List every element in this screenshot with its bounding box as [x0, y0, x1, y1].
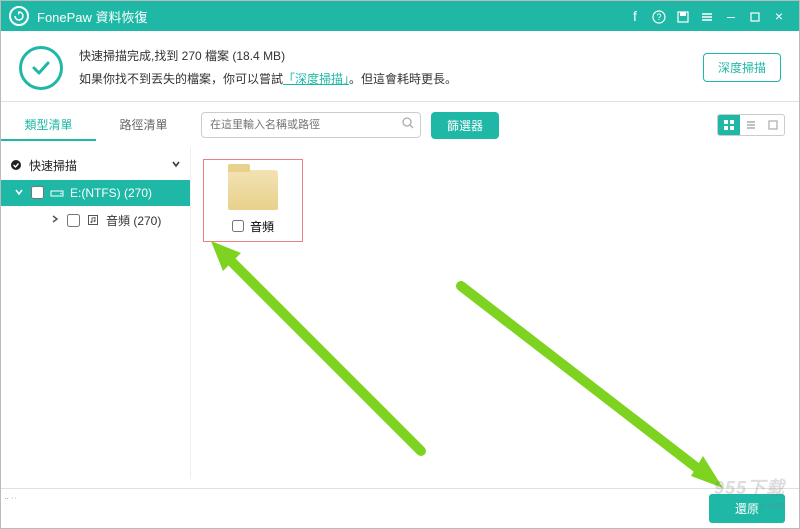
detail-view-icon[interactable]	[762, 115, 784, 135]
filter-button[interactable]: 篩選器	[431, 112, 499, 139]
drive-icon	[50, 186, 64, 200]
folder-icon	[228, 170, 278, 210]
corner-artifact: ¨ ˙˙	[5, 497, 18, 508]
toolbar: 類型清單 路徑清單 篩選器	[1, 102, 799, 147]
success-check-icon	[19, 46, 63, 90]
drive-checkbox[interactable]	[31, 186, 44, 199]
status-text: 快速掃描完成,找到 270 檔案 (18.4 MB) 如果你找不到丟失的檔案，你…	[79, 45, 703, 91]
sidebar: 快速掃描 E:(NTFS) (270) 音頻 (270)	[1, 147, 191, 479]
status-line2-prefix: 如果你找不到丟失的檔案，你可以嘗試	[79, 72, 283, 86]
search-input[interactable]	[201, 112, 421, 138]
tree-child-label: 音頻 (270)	[106, 212, 161, 229]
tree-drive-label: E:(NTFS) (270)	[70, 186, 152, 200]
folder-checkbox[interactable]	[232, 220, 244, 232]
tab-path-list[interactable]: 路徑清單	[96, 110, 191, 141]
search-wrap	[201, 112, 421, 138]
list-view-icon[interactable]	[740, 115, 762, 135]
status-row: 快速掃描完成,找到 270 檔案 (18.4 MB) 如果你找不到丟失的檔案，你…	[1, 31, 799, 101]
menu-icon[interactable]	[695, 8, 719, 24]
status-line1-mid: 檔案 (	[202, 49, 237, 63]
tree-child-audio[interactable]: 音頻 (270)	[1, 206, 190, 235]
save-icon[interactable]	[671, 8, 695, 24]
body: 快速掃描 E:(NTFS) (270) 音頻 (270)	[1, 147, 799, 479]
tree-root-label: 快速掃描	[29, 157, 164, 174]
deep-scan-button[interactable]: 深度掃描	[703, 53, 781, 82]
app-logo-icon	[9, 6, 29, 26]
svg-text:?: ?	[656, 12, 661, 22]
footer: 還原	[1, 488, 799, 528]
minimize-icon[interactable]: –	[719, 8, 743, 24]
tabs: 類型清單 路徑清單	[1, 110, 191, 141]
chevron-down-icon[interactable]	[13, 186, 25, 200]
view-toggle	[717, 114, 785, 136]
folder-label: 音頻	[250, 218, 274, 235]
content-area: 音頻	[191, 147, 799, 479]
chevron-right-icon[interactable]	[49, 213, 61, 227]
chevron-down-icon[interactable]	[170, 158, 182, 172]
status-line1-prefix: 快速掃描完成,找到	[79, 49, 182, 63]
facebook-icon[interactable]: f	[623, 8, 647, 24]
watermark: 955下载 ·com	[714, 474, 785, 510]
folder-card[interactable]: 音頻	[203, 159, 303, 242]
titlebar: FonePaw 資料恢復 f ? – ×	[1, 1, 799, 31]
grid-view-icon[interactable]	[718, 115, 740, 135]
deep-scan-link[interactable]: 「深度掃描」	[283, 72, 349, 86]
maximize-icon[interactable]	[743, 8, 767, 24]
close-icon[interactable]: ×	[767, 8, 791, 24]
app-title: FonePaw 資料恢復	[37, 7, 623, 26]
status-line1-suffix: )	[281, 49, 285, 63]
status-file-count: 270	[182, 49, 202, 63]
tab-type-list[interactable]: 類型清單	[1, 110, 96, 141]
audio-icon	[86, 213, 100, 227]
help-icon[interactable]: ?	[647, 8, 671, 24]
watermark-main: 955下载	[714, 478, 785, 498]
audio-checkbox[interactable]	[67, 214, 80, 227]
status-size: 18.4 MB	[236, 49, 281, 63]
watermark-sub: ·com	[714, 500, 785, 510]
status-line2-suffix: 。但這會耗時更長。	[349, 72, 457, 86]
check-circle-icon	[9, 158, 23, 172]
tree-root-quick-scan[interactable]: 快速掃描	[1, 151, 190, 180]
tree-drive[interactable]: E:(NTFS) (270)	[1, 180, 190, 206]
search-icon[interactable]	[401, 116, 415, 135]
